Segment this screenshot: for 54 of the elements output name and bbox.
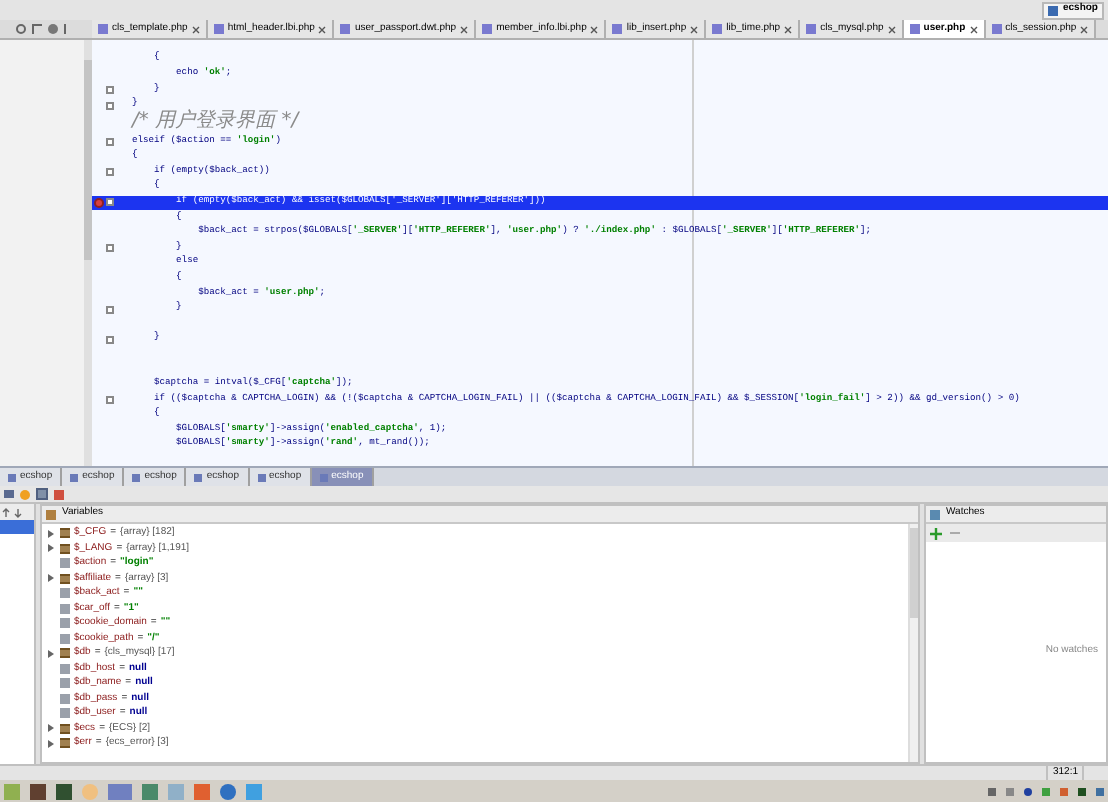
close-icon[interactable] [969,25,978,33]
close-icon[interactable] [318,25,327,33]
frames-toggle-icon[interactable] [36,488,48,500]
tray-icon[interactable] [1060,787,1068,795]
debug-icon [257,473,265,481]
tray-icon[interactable] [988,787,996,795]
fold-marker-icon[interactable] [106,198,114,207]
scrollbar-thumb[interactable] [910,528,918,618]
php-file-icon [482,24,493,34]
php-file-icon [806,24,817,34]
up-arrow-icon[interactable] [2,507,10,517]
debug-icon [194,473,203,481]
fold-marker-icon[interactable] [106,305,114,314]
scrollbar-thumb[interactable] [84,60,92,260]
settings-icon[interactable] [48,24,58,34]
fold-marker-icon[interactable] [106,101,114,110]
pin-icon[interactable] [64,24,72,34]
debug-icon [8,473,16,481]
tray-icon[interactable] [1096,787,1104,795]
php-file-icon [909,24,920,34]
stop-icon[interactable] [54,489,64,499]
php-file-icon [340,24,351,34]
close-icon[interactable] [460,25,469,33]
close-icon[interactable] [1080,25,1089,33]
fold-marker-icon[interactable] [106,335,114,344]
split-icon[interactable] [32,24,42,34]
fold-marker-icon[interactable] [106,396,114,405]
watches-icon [930,509,940,519]
add-icon[interactable] [930,527,942,539]
php-file-icon [991,24,1002,34]
fold-marker-icon[interactable] [106,138,114,147]
close-icon[interactable] [784,25,793,33]
debug-icon [132,473,141,481]
debug-icon [70,473,79,481]
close-icon[interactable] [887,25,896,33]
php-file-icon [612,24,623,34]
php-file-icon [213,24,224,34]
close-icon[interactable] [590,25,599,33]
code-comment: /* 用户登录界面 */ [132,110,299,133]
fold-marker-icon[interactable] [106,244,114,253]
down-arrow-icon[interactable] [14,507,22,517]
php-file-icon [98,24,108,34]
close-icon[interactable] [690,25,699,33]
fold-marker-icon[interactable] [106,168,114,177]
close-icon[interactable] [191,25,200,33]
expand-arrow-icon[interactable] [48,649,54,658]
php-file-icon [712,24,723,34]
variables-icon [46,509,56,519]
tray-icon[interactable] [1078,787,1086,795]
window-icon [1048,5,1059,15]
fold-marker-icon[interactable] [106,85,114,94]
expand-arrow-icon[interactable] [48,574,54,583]
tray-icon[interactable] [1024,787,1032,795]
target-icon[interactable] [16,24,26,34]
